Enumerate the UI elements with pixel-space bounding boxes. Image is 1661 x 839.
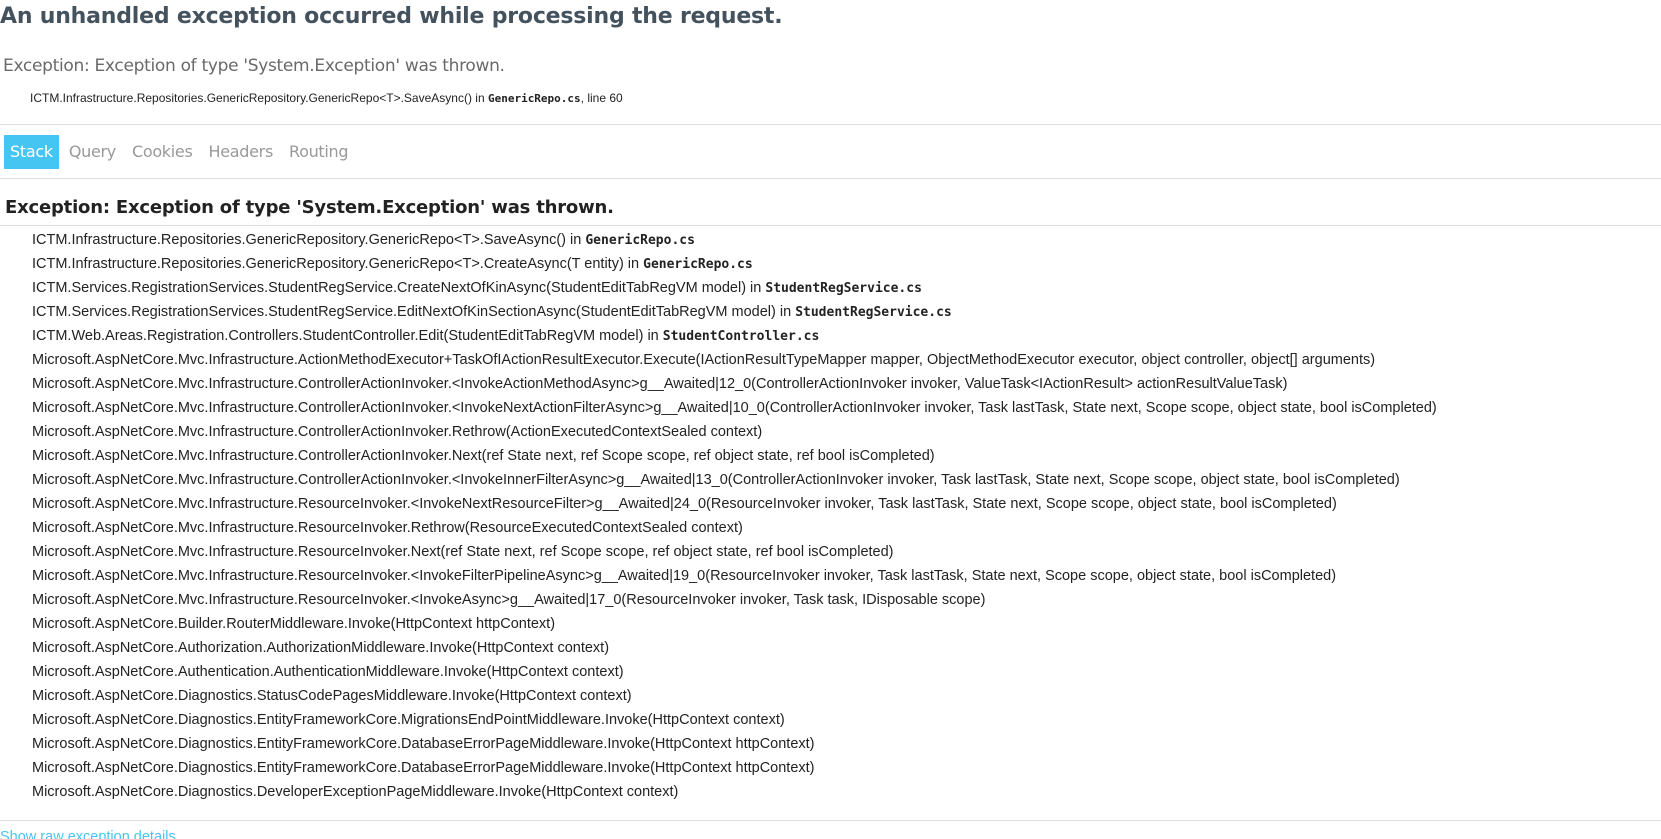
stack-frame[interactable]: Microsoft.AspNetCore.Diagnostics.EntityF… [32, 710, 1437, 734]
frame-file: StudentRegService.cs [795, 305, 952, 320]
frame-file: StudentController.cs [662, 329, 820, 344]
exception-location: ICTM.Infrastructure.Repositories.Generic… [30, 91, 623, 105]
frame-file: GenericRepo.cs [585, 233, 695, 248]
stack-frame[interactable]: Microsoft.AspNetCore.Mvc.Infrastructure.… [32, 398, 1437, 422]
stack-frame[interactable]: ICTM.Infrastructure.Repositories.Generic… [32, 254, 1437, 278]
stack-frame[interactable]: Microsoft.AspNetCore.Mvc.Infrastructure.… [32, 494, 1437, 518]
stack-frame[interactable]: ICTM.Services.RegistrationServices.Stude… [32, 278, 1437, 302]
frame-method: Microsoft.AspNetCore.Mvc.Infrastructure.… [32, 592, 986, 608]
stack-frame[interactable]: Microsoft.AspNetCore.Mvc.Infrastructure.… [32, 470, 1437, 494]
frame-method: ICTM.Services.RegistrationServices.Stude… [32, 280, 766, 296]
divider [0, 225, 1661, 226]
frame-method: ICTM.Infrastructure.Repositories.Generic… [32, 232, 586, 248]
frame-method: Microsoft.AspNetCore.Mvc.Infrastructure.… [32, 400, 1437, 416]
stack-frame[interactable]: ICTM.Services.RegistrationServices.Stude… [32, 302, 1437, 326]
frame-method: Microsoft.AspNetCore.Mvc.Infrastructure.… [32, 568, 1337, 584]
stack-frame[interactable]: Microsoft.AspNetCore.Mvc.Infrastructure.… [32, 566, 1437, 590]
frame-method: Microsoft.AspNetCore.Authentication.Auth… [32, 664, 624, 680]
tab-cookies[interactable]: Cookies [126, 135, 199, 169]
frame-method: Microsoft.AspNetCore.Mvc.Infrastructure.… [32, 520, 743, 536]
frame-method: Microsoft.AspNetCore.Diagnostics.EntityF… [32, 760, 815, 776]
tab-bar: Stack Query Cookies Headers Routing [4, 135, 358, 169]
frame-method: Microsoft.AspNetCore.Diagnostics.EntityF… [32, 736, 815, 752]
location-line: , line 60 [580, 91, 623, 105]
frame-method: Microsoft.AspNetCore.Mvc.Infrastructure.… [32, 472, 1400, 488]
stack-heading: Exception: Exception of type 'System.Exc… [5, 197, 614, 218]
exception-summary: Exception: Exception of type 'System.Exc… [3, 56, 505, 76]
stack-frame[interactable]: Microsoft.AspNetCore.Mvc.Infrastructure.… [32, 422, 1437, 446]
frame-method: Microsoft.AspNetCore.Builder.RouterMiddl… [32, 616, 556, 632]
stack-frame[interactable]: Microsoft.AspNetCore.Authorization.Autho… [32, 638, 1437, 662]
frame-method: Microsoft.AspNetCore.Diagnostics.EntityF… [32, 712, 785, 728]
stack-frame-list: ICTM.Infrastructure.Repositories.Generic… [32, 230, 1437, 806]
frame-file: StudentRegService.cs [765, 281, 922, 296]
stack-frame[interactable]: Microsoft.AspNetCore.Authentication.Auth… [32, 662, 1437, 686]
frame-method: ICTM.Web.Areas.Registration.Controllers.… [32, 328, 663, 344]
frame-method: Microsoft.AspNetCore.Mvc.Infrastructure.… [32, 352, 1376, 368]
tab-routing[interactable]: Routing [283, 135, 354, 169]
stack-frame[interactable]: Microsoft.AspNetCore.Mvc.Infrastructure.… [32, 518, 1437, 542]
stack-frame[interactable]: Microsoft.AspNetCore.Mvc.Infrastructure.… [32, 542, 1437, 566]
stack-frame[interactable]: ICTM.Infrastructure.Repositories.Generic… [32, 230, 1437, 254]
frame-method: Microsoft.AspNetCore.Diagnostics.StatusC… [32, 688, 632, 704]
stack-frame[interactable]: ICTM.Web.Areas.Registration.Controllers.… [32, 326, 1437, 350]
stack-frame[interactable]: Microsoft.AspNetCore.Mvc.Infrastructure.… [32, 350, 1437, 374]
frame-method: Microsoft.AspNetCore.Mvc.Infrastructure.… [32, 544, 894, 560]
location-file: GenericRepo.cs [487, 92, 581, 105]
stack-frame[interactable]: Microsoft.AspNetCore.Diagnostics.Develop… [32, 782, 1437, 806]
stack-frame[interactable]: Microsoft.AspNetCore.Builder.RouterMiddl… [32, 614, 1437, 638]
divider [0, 124, 1661, 125]
location-method: ICTM.Infrastructure.Repositories.Generic… [30, 91, 488, 105]
divider [0, 178, 1661, 179]
frame-method: ICTM.Infrastructure.Repositories.Generic… [32, 256, 644, 272]
tab-headers[interactable]: Headers [203, 135, 280, 169]
page-title: An unhandled exception occurred while pr… [0, 4, 783, 29]
frame-method: Microsoft.AspNetCore.Diagnostics.Develop… [32, 784, 679, 800]
frame-method: Microsoft.AspNetCore.Mvc.Infrastructure.… [32, 448, 935, 464]
stack-frame[interactable]: Microsoft.AspNetCore.Diagnostics.StatusC… [32, 686, 1437, 710]
frame-method: Microsoft.AspNetCore.Mvc.Infrastructure.… [32, 496, 1337, 512]
stack-frame[interactable]: Microsoft.AspNetCore.Mvc.Infrastructure.… [32, 590, 1437, 614]
frame-method: Microsoft.AspNetCore.Mvc.Infrastructure.… [32, 424, 763, 440]
stack-frame[interactable]: Microsoft.AspNetCore.Diagnostics.EntityF… [32, 758, 1437, 782]
divider [0, 820, 1661, 821]
frame-file: GenericRepo.cs [643, 257, 753, 272]
tab-stack[interactable]: Stack [4, 135, 59, 169]
stack-frame[interactable]: Microsoft.AspNetCore.Diagnostics.EntityF… [32, 734, 1437, 758]
frame-method: Microsoft.AspNetCore.Mvc.Infrastructure.… [32, 376, 1288, 392]
stack-frame[interactable]: Microsoft.AspNetCore.Mvc.Infrastructure.… [32, 446, 1437, 470]
stack-frame[interactable]: Microsoft.AspNetCore.Mvc.Infrastructure.… [32, 374, 1437, 398]
frame-method: ICTM.Services.RegistrationServices.Stude… [32, 304, 796, 320]
show-raw-details-link[interactable]: Show raw exception details [0, 829, 176, 839]
frame-method: Microsoft.AspNetCore.Authorization.Autho… [32, 640, 610, 656]
tab-query[interactable]: Query [63, 135, 122, 169]
